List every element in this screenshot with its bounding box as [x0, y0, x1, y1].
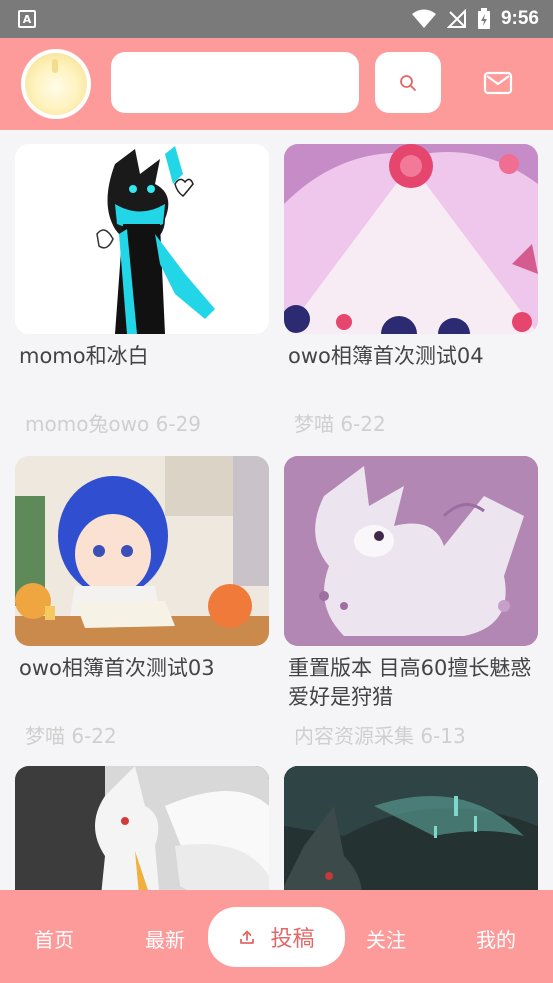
no-signal-icon [446, 9, 466, 28]
post-grid: momo和冰白 momo兔owo 6-29 owo相簿首次测试04 梦喵 6-2… [0, 130, 553, 890]
post-title: owo相簿首次测试03 [19, 656, 215, 680]
post-thumbnail[interactable] [15, 766, 269, 890]
post-thumbnail[interactable] [284, 144, 538, 334]
post-meta: 内容资源采集 6-13 [294, 724, 466, 748]
status-bar: A 9:56 [0, 0, 553, 38]
nav-home[interactable]: 首页 [34, 924, 74, 953]
nav-follow[interactable]: 关注 [366, 924, 406, 953]
nav-latest[interactable]: 最新 [145, 924, 185, 953]
status-time: 9:56 [500, 8, 539, 29]
post-thumbnail[interactable] [15, 144, 269, 334]
upload-icon [240, 930, 255, 944]
search-button[interactable] [375, 52, 441, 113]
artwork-girl-reading [15, 456, 269, 646]
post-card[interactable]: 重置版本 目高60擅长魅惑 爱好是狩猎 内容资源采集 6-13 [284, 456, 538, 749]
notification-icon: A [18, 10, 36, 28]
wifi-icon [411, 9, 436, 28]
nav-mine[interactable]: 我的 [476, 924, 516, 953]
artwork-bunny-character [15, 144, 269, 334]
post-title: 重置版本 目高60擅长魅惑 爱好是狩猎 [288, 656, 532, 709]
post-card[interactable] [284, 766, 538, 890]
post-thumbnail[interactable] [15, 456, 269, 646]
post-card[interactable] [15, 766, 269, 890]
user-avatar[interactable] [21, 49, 91, 119]
artwork-creature [284, 456, 538, 646]
post-card[interactable]: owo相簿首次测试03 梦喵 6-22 [15, 456, 269, 749]
mail-button[interactable] [478, 66, 518, 100]
battery-charging-icon [477, 8, 490, 29]
post-thumbnail[interactable] [284, 766, 538, 890]
bottom-nav: 首页 最新 投稿 关注 我的 [0, 890, 553, 983]
mail-icon [483, 71, 513, 95]
post-meta: 梦喵 6-22 [25, 724, 117, 748]
avatar-image [25, 53, 87, 115]
post-meta: 梦喵 6-22 [294, 412, 386, 436]
search-icon [400, 74, 416, 91]
post-meta: momo兔owo 6-29 [25, 412, 202, 436]
post-card[interactable]: momo和冰白 momo兔owo 6-29 [15, 144, 269, 437]
post-title: owo相簿首次测试04 [288, 344, 484, 368]
artwork-dark-creature [284, 766, 538, 890]
post-thumbnail[interactable] [284, 456, 538, 646]
upload-button[interactable]: 投稿 [208, 907, 345, 967]
post-card[interactable]: owo相簿首次测试04 梦喵 6-22 [284, 144, 538, 437]
app-header [0, 38, 553, 130]
artwork-wolf-character [15, 766, 269, 890]
artwork-floral-frame [284, 144, 538, 334]
upload-label: 投稿 [270, 927, 315, 952]
post-title: momo和冰白 [19, 344, 149, 368]
search-input[interactable] [111, 52, 359, 113]
